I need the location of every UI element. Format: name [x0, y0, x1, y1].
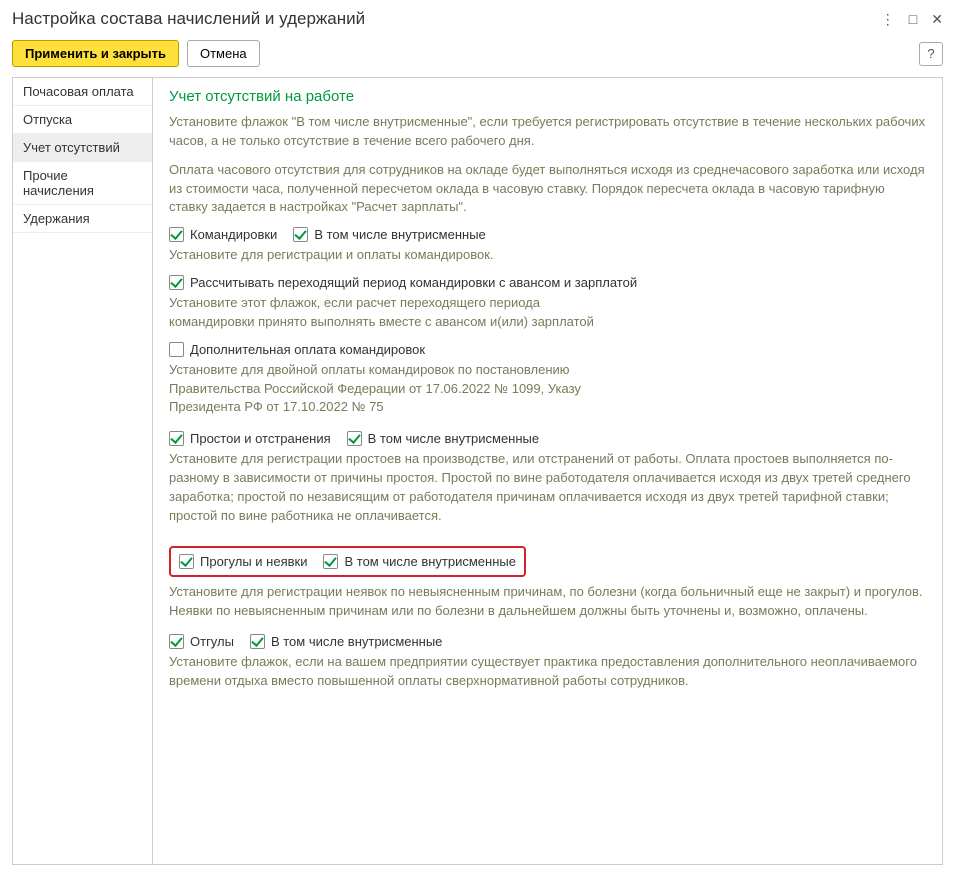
comp-label: Отгулы — [190, 634, 234, 649]
sidebar-item-deductions[interactable]: Удержания — [13, 205, 152, 233]
content-panel: Учет отсутствий на работе Установите фла… — [153, 78, 942, 864]
comp-checkbox[interactable]: Отгулы — [169, 634, 234, 649]
downtime-checkbox[interactable]: Простои и отстранения — [169, 431, 331, 446]
trips-period-desc: Установите этот флажок, если расчет пере… — [169, 294, 599, 332]
comp-intra-label: В том числе внутрисменные — [271, 634, 442, 649]
checkbox-icon — [347, 431, 362, 446]
toolbar: Применить и закрыть Отмена ? — [0, 34, 955, 77]
trips-extra-desc: Установите для двойной оплаты командиров… — [169, 361, 599, 418]
checkbox-icon — [169, 342, 184, 357]
cancel-button[interactable]: Отмена — [187, 40, 260, 67]
maximize-icon[interactable]: □ — [909, 12, 917, 26]
absences-checkbox[interactable]: Прогулы и неявки — [179, 554, 307, 569]
trips-desc: Установите для регистрации и оплаты кома… — [169, 246, 926, 265]
absences-label: Прогулы и неявки — [200, 554, 307, 569]
sidebar-item-vacations[interactable]: Отпуска — [13, 106, 152, 134]
intro-text-1: Установите флажок "В том числе внутрисме… — [169, 113, 926, 151]
help-button[interactable]: ? — [919, 42, 943, 66]
sidebar-item-hourly[interactable]: Почасовая оплата — [13, 78, 152, 106]
checkbox-icon — [179, 554, 194, 569]
checkbox-icon — [293, 227, 308, 242]
trips-intra-label: В том числе внутрисменные — [314, 227, 485, 242]
absences-intra-checkbox[interactable]: В том числе внутрисменные — [323, 554, 515, 569]
checkbox-icon — [250, 634, 265, 649]
trips-period-checkbox[interactable]: Рассчитывать переходящий период командир… — [169, 275, 637, 290]
trips-checkbox[interactable]: Командировки — [169, 227, 277, 242]
apply-close-button[interactable]: Применить и закрыть — [12, 40, 179, 67]
checkbox-icon — [169, 275, 184, 290]
downtime-label: Простои и отстранения — [190, 431, 331, 446]
content-heading: Учет отсутствий на работе — [169, 88, 926, 105]
titlebar: Настройка состава начислений и удержаний… — [0, 0, 955, 34]
comp-desc: Установите флажок, если на вашем предпри… — [169, 653, 926, 691]
sidebar-item-absences[interactable]: Учет отсутствий — [13, 134, 152, 162]
trips-period-label: Рассчитывать переходящий период командир… — [190, 275, 637, 290]
intro-text-2: Оплата часового отсутствия для сотрудник… — [169, 161, 926, 218]
window-title: Настройка состава начислений и удержаний — [12, 9, 881, 29]
sidebar-item-other[interactable]: Прочие начисления — [13, 162, 152, 205]
checkbox-icon — [169, 227, 184, 242]
downtime-intra-label: В том числе внутрисменные — [368, 431, 539, 446]
absences-desc: Установите для регистрации неявок по нев… — [169, 583, 926, 621]
downtime-desc: Установите для регистрации простоев на п… — [169, 450, 926, 525]
highlight-box: Прогулы и неявки В том числе внутрисменн… — [169, 546, 526, 577]
trips-label: Командировки — [190, 227, 277, 242]
trips-intra-checkbox[interactable]: В том числе внутрисменные — [293, 227, 485, 242]
kebab-icon[interactable]: ⋮ — [881, 12, 895, 26]
comp-intra-checkbox[interactable]: В том числе внутрисменные — [250, 634, 442, 649]
checkbox-icon — [169, 634, 184, 649]
close-icon[interactable]: ✕ — [931, 12, 943, 26]
absences-intra-label: В том числе внутрисменные — [344, 554, 515, 569]
checkbox-icon — [169, 431, 184, 446]
sidebar: Почасовая оплата Отпуска Учет отсутствий… — [13, 78, 153, 864]
trips-extra-checkbox[interactable]: Дополнительная оплата командировок — [169, 342, 425, 357]
downtime-intra-checkbox[interactable]: В том числе внутрисменные — [347, 431, 539, 446]
trips-extra-label: Дополнительная оплата командировок — [190, 342, 425, 357]
checkbox-icon — [323, 554, 338, 569]
